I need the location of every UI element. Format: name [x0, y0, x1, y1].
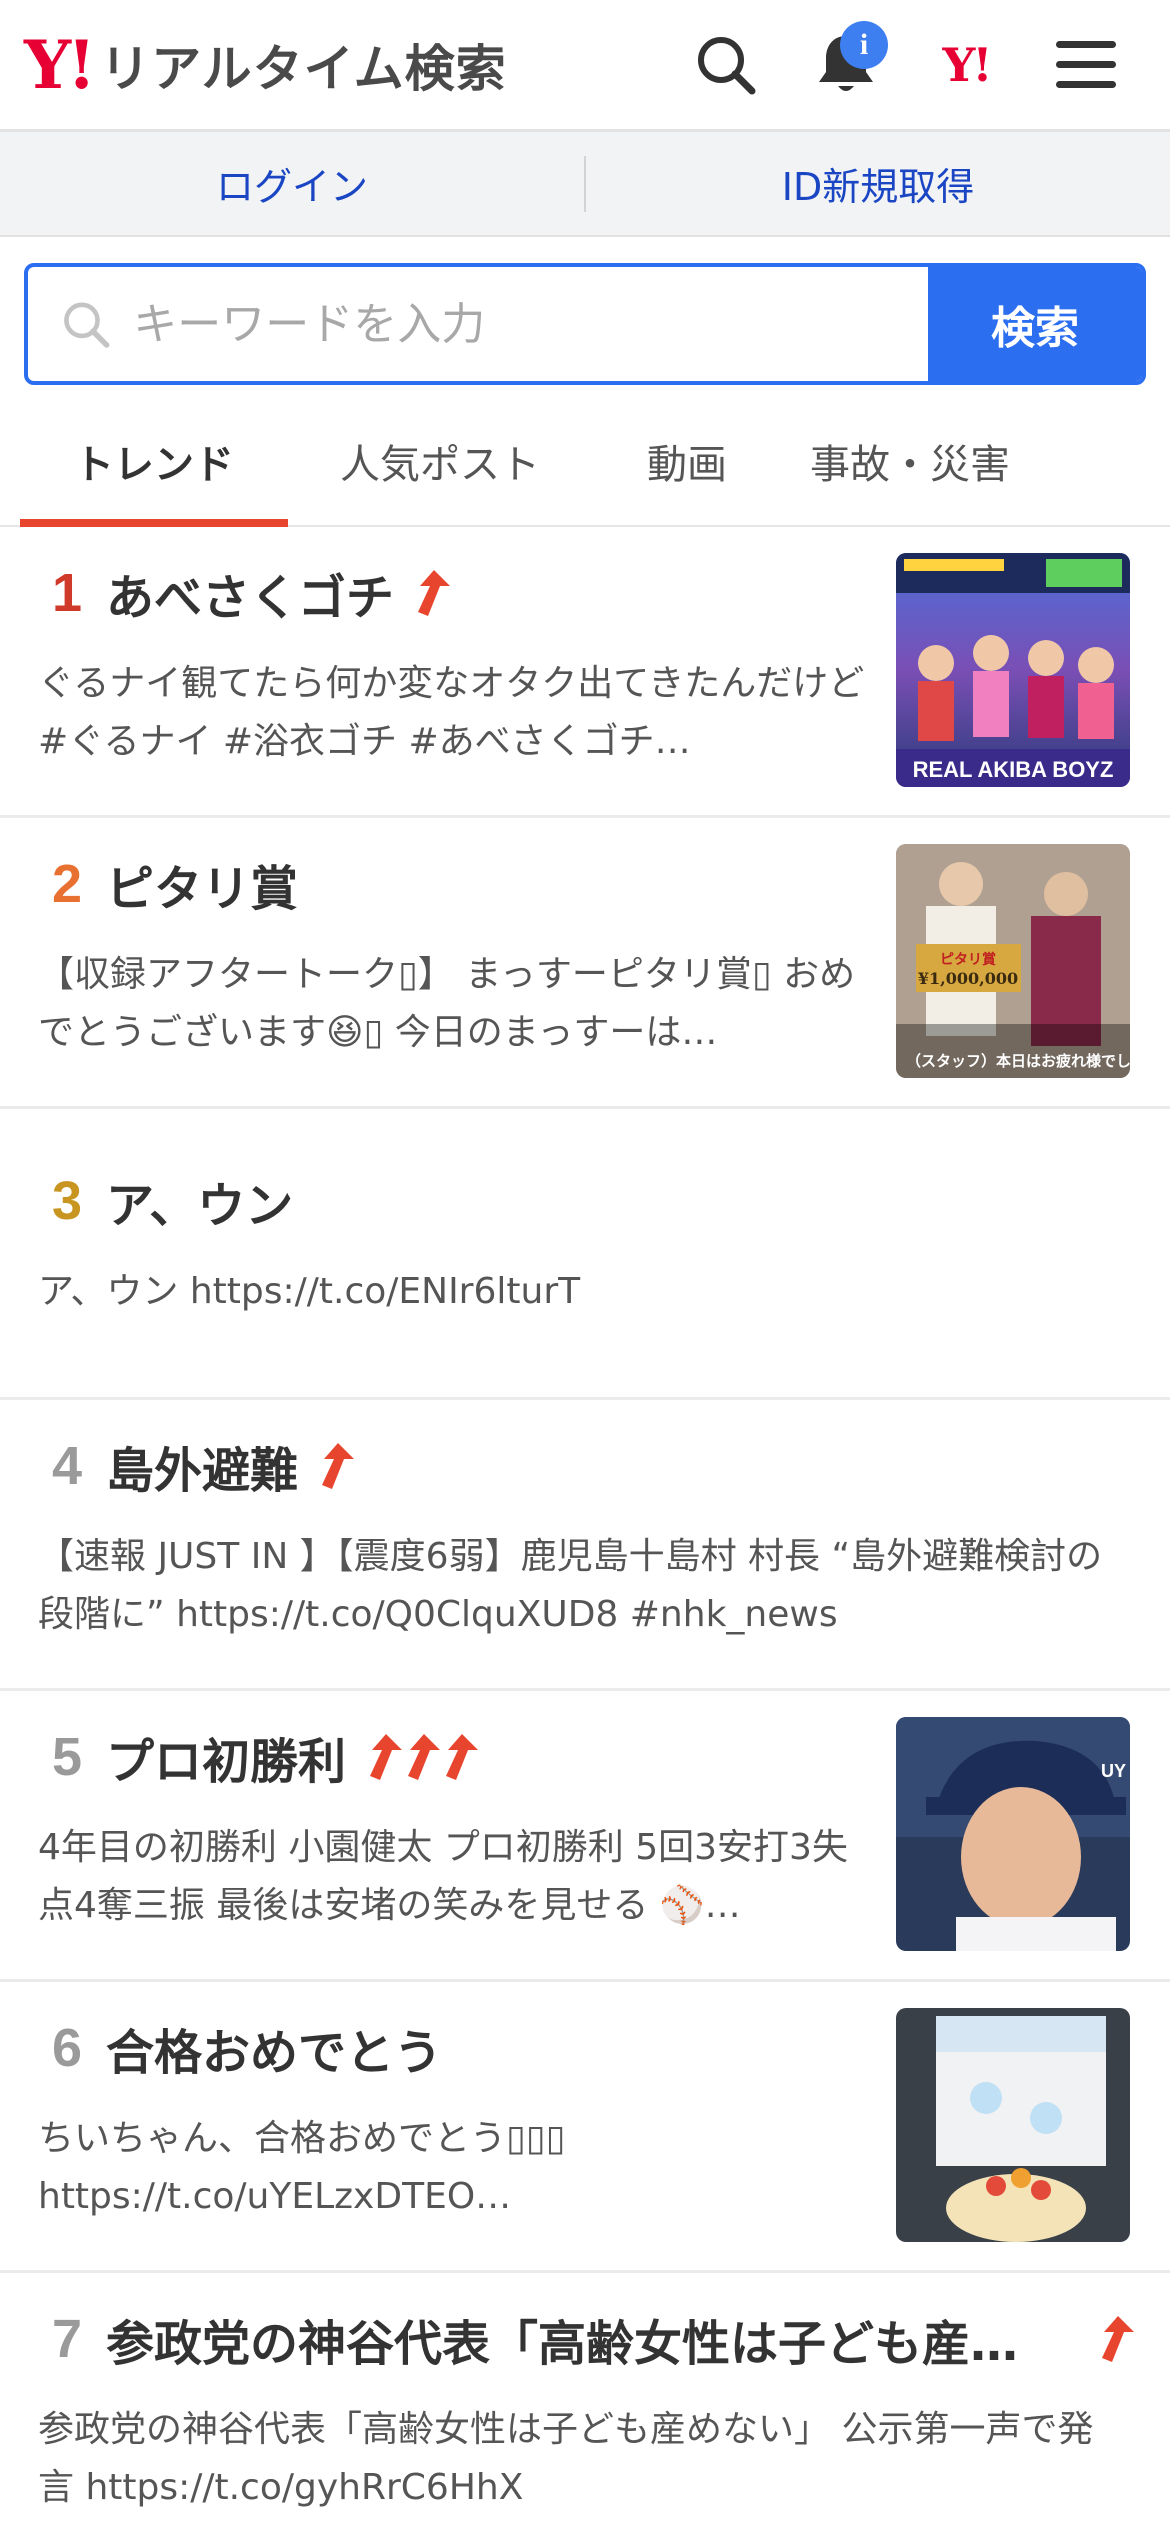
trend-rank: 5 — [52, 1727, 83, 1787]
up-arrow-icon — [446, 1734, 479, 1780]
trend-item-7[interactable]: 7 参政党の神谷代表「高齢女性は子ども産… 参政党の神谷代表「高齢女性は子ども産… — [0, 2273, 1170, 2532]
search-box: 検索 — [24, 263, 1146, 385]
trend-body: 7 参政党の神谷代表「高齢女性は子ども産… 参政党の神谷代表「高齢女性は子ども産… — [36, 2299, 1134, 2532]
trend-list: 1 あべさくゴチ ぐるナイ観てたら何か変なオタク出てきたんだけど #ぐるナイ #… — [0, 527, 1170, 2532]
trend-up-arrows — [1092, 2314, 1134, 2364]
trend-title-row: 6 合格おめでとう — [36, 2008, 896, 2088]
trend-item-3[interactable]: 3 ア、ウン ア、ウン https://t.co/ENIr6lturT — [0, 1109, 1170, 1400]
up-arrow-icon — [418, 570, 451, 616]
notification-badge: i — [840, 20, 888, 69]
trend-title: プロ初勝利 — [106, 1734, 347, 1790]
search-input[interactable] — [133, 298, 928, 350]
trend-item-2[interactable]: 2 ピタリ賞 【収録アフタートーク▯】 まっすーピタリ賞▯ おめでとうございます… — [0, 818, 1170, 1109]
trend-rank: 6 — [52, 2018, 83, 2078]
trend-title-row: 1 あべさくゴチ — [36, 553, 896, 633]
up-arrow-icon — [322, 1443, 355, 1489]
trend-description: ちいちゃん、合格おめでとう▯▯▯ https://t.co/uYELzxDTEO… — [38, 2118, 566, 2217]
thumbnail-prop-value: ¥1,000,000 — [918, 969, 1018, 988]
trend-item-4[interactable]: 4 島外避難 【速報 JUST IN 】【震度6弱】鹿児島十島村 村長 “島外避… — [0, 1400, 1170, 1691]
search-button[interactable]: 検索 — [928, 267, 1142, 381]
trend-title: ア、ウン — [106, 1178, 294, 1234]
thumbnail-image: REAL AKIBA BOYZ — [896, 553, 1130, 787]
tab-trend[interactable]: トレンド — [20, 397, 288, 527]
trend-body: 3 ア、ウン ア、ウン https://t.co/ENIr6lturT — [36, 1135, 1130, 1397]
category-tabs: トレンド 人気ポスト 動画 事故・災害 — [0, 397, 1170, 527]
trend-item-1[interactable]: 1 あべさくゴチ ぐるナイ観てたら何か変なオタク出てきたんだけど #ぐるナイ #… — [0, 527, 1170, 818]
trend-title-row: 2 ピタリ賞 — [36, 844, 896, 924]
yahoo-realtime-logo[interactable]: Y! リアルタイム検索 — [24, 29, 507, 101]
signup-link[interactable]: ID新規取得 — [586, 156, 1170, 211]
thumbnail-caption: REAL AKIBA BOYZ — [913, 757, 1114, 782]
app-header: Y! リアルタイム検索 i Y! — [0, 0, 1170, 132]
trend-rank: 3 — [52, 1171, 83, 1231]
tab-videos[interactable]: 動画 — [592, 397, 782, 525]
thumbnail-prop-label: ピタリ賞 — [940, 951, 996, 968]
login-link[interactable]: ログイン — [0, 156, 584, 211]
search-section: 検索 — [0, 237, 1170, 385]
trend-title-row: 5 プロ初勝利 — [36, 1717, 896, 1797]
auth-bar: ログイン ID新規取得 — [0, 132, 1170, 237]
trend-title-row: 4 島外避難 — [36, 1426, 1130, 1506]
thumbnail-image: ピタリ賞 ¥1,000,000 （スタッフ）本日はお疲れ様でした! — [896, 844, 1130, 1078]
search-field[interactable] — [28, 267, 928, 381]
trend-description: 【収録アフタートーク▯】 まっすーピタリ賞▯ おめでとうございます😆▯ 今日のま… — [38, 954, 856, 1053]
trend-rank: 7 — [52, 2309, 83, 2369]
thumbnail-image: UY — [896, 1717, 1130, 1951]
trend-title: 島外避難 — [106, 1443, 299, 1499]
hamburger-menu-icon — [1056, 40, 1116, 88]
trend-rank: 2 — [52, 854, 83, 914]
logo-text: リアルタイム検索 — [100, 39, 507, 98]
trend-up-arrows — [408, 568, 451, 618]
trend-title: あべさくゴチ — [106, 570, 395, 626]
trend-description: 【速報 JUST IN 】【震度6弱】鹿児島十島村 村長 “島外避難検討の段階に… — [38, 1536, 1103, 1635]
trend-rank: 1 — [52, 563, 83, 623]
trend-body: 6 合格おめでとう ちいちゃん、合格おめでとう▯▯▯ https://t.co/… — [36, 2008, 896, 2270]
yahoo-small-logo: Y! — [942, 37, 992, 92]
tab-popular-posts[interactable]: 人気ポスト — [288, 397, 592, 525]
up-arrow-icon — [1102, 2316, 1134, 2362]
trend-thumbnail[interactable]: UY — [896, 1717, 1130, 1951]
notification-button[interactable]: i — [786, 15, 906, 115]
thumbnail-image — [896, 2008, 1130, 2242]
thumbnail-caption: （スタッフ）本日はお疲れ様でした! — [906, 1052, 1130, 1070]
trend-body: 4 島外避難 【速報 JUST IN 】【震度6弱】鹿児島十島村 村長 “島外避… — [36, 1426, 1130, 1688]
trend-body: 2 ピタリ賞 【収録アフタートーク▯】 まっすーピタリ賞▯ おめでとうございます… — [36, 844, 896, 1106]
search-icon — [64, 302, 110, 348]
trend-title: 合格おめでとう — [106, 2025, 443, 2081]
trend-thumbnail[interactable]: REAL AKIBA BOYZ — [896, 553, 1130, 787]
yahoo-logo-mark: Y! — [24, 25, 96, 104]
trend-item-5[interactable]: 5 プロ初勝利 4年目の初勝利 小園健太 プロ初勝利 5回3安打3失点4奪三振 … — [0, 1691, 1170, 1982]
trend-item-6[interactable]: 6 合格おめでとう ちいちゃん、合格おめでとう▯▯▯ https://t.co/… — [0, 1982, 1170, 2273]
trend-up-arrows — [360, 1732, 479, 1782]
yahoo-top-link[interactable]: Y! — [906, 15, 1026, 115]
trend-title-row: 7 参政党の神谷代表「高齢女性は子ども産… — [36, 2299, 1134, 2379]
menu-button[interactable] — [1026, 15, 1146, 115]
trend-description: ぐるナイ観てたら何か変なオタク出てきたんだけど #ぐるナイ #浴衣ゴチ #あべさ… — [38, 663, 865, 762]
trend-description: 4年目の初勝利 小園健太 プロ初勝利 5回3安打3失点4奪三振 最後は安堵の笑み… — [38, 1827, 848, 1926]
trend-body: 5 プロ初勝利 4年目の初勝利 小園健太 プロ初勝利 5回3安打3失点4奪三振 … — [36, 1717, 896, 1979]
header-actions: i Y! — [666, 15, 1146, 115]
trend-thumbnail[interactable]: ピタリ賞 ¥1,000,000 （スタッフ）本日はお疲れ様でした! — [896, 844, 1130, 1078]
trend-body: 1 あべさくゴチ ぐるナイ観てたら何か変なオタク出てきたんだけど #ぐるナイ #… — [36, 553, 896, 815]
tab-accidents-disasters[interactable]: 事故・災害 — [782, 397, 1038, 525]
trend-title: ピタリ賞 — [106, 861, 299, 917]
trend-thumbnail[interactable] — [896, 2008, 1130, 2242]
trend-up-arrows — [312, 1441, 355, 1491]
thumbnail-cap-logo: UY — [1101, 1761, 1126, 1781]
trend-description: 参政党の神谷代表「高齢女性は子ども産めない」 公示第一声で発言 https://… — [38, 2409, 1094, 2508]
trend-title-row: 3 ア、ウン — [36, 1161, 1130, 1241]
trend-title: 参政党の神谷代表「高齢女性は子ども産… — [106, 2316, 1019, 2372]
trend-description: ア、ウン https://t.co/ENIr6lturT — [38, 1271, 581, 1312]
search-icon-button[interactable] — [666, 15, 786, 115]
search-icon — [698, 36, 756, 94]
trend-rank: 4 — [52, 1436, 83, 1496]
